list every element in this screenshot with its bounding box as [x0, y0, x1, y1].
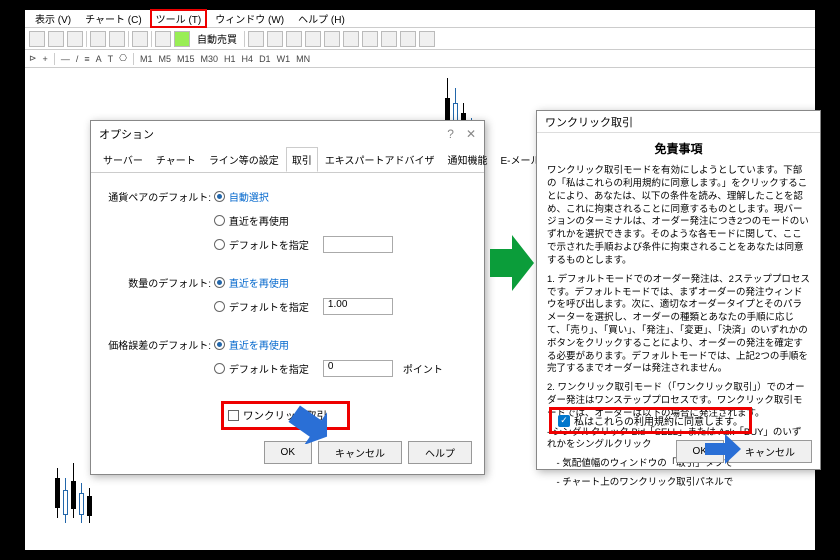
toolbar-icon[interactable] [286, 31, 302, 47]
tf-m5[interactable]: M5 [158, 54, 171, 64]
tab-ea[interactable]: エキスパートアドバイザ [319, 147, 441, 172]
menu-tools[interactable]: ツール (T) [150, 9, 208, 28]
toolbar-1: 自動売買 [25, 28, 815, 50]
menu-window[interactable]: ウィンドウ (W) [209, 10, 290, 27]
autotrade-icon[interactable] [174, 31, 190, 47]
currency-radio-recent[interactable] [214, 215, 225, 226]
tf-h1[interactable]: H1 [224, 54, 236, 64]
toolbar-icon[interactable] [248, 31, 264, 47]
price-label: 価格誤差のデフォルト: [103, 335, 211, 352]
price-unit: ポイント [403, 361, 443, 376]
volume-radio-default[interactable] [214, 301, 225, 312]
toolbar-icon[interactable] [67, 31, 83, 47]
disclaimer-p1: ワンクリック取引モードを有効にしようとしています。下部の「私はこれらの利用規約に… [547, 165, 810, 268]
options-title: オプション [99, 126, 154, 142]
options-tabs: サーバー チャート ライン等の設定 取引 エキスパートアドバイザ 通知機能 E-… [91, 147, 484, 173]
tf-w1[interactable]: W1 [277, 54, 291, 64]
toolbar-icon[interactable] [419, 31, 435, 47]
toolbar-icon[interactable] [343, 31, 359, 47]
toolbar-icon[interactable] [90, 31, 106, 47]
tf-h4[interactable]: H4 [242, 54, 254, 64]
options-ok-button[interactable]: OK [264, 441, 312, 464]
disclaimer-p3c: - チャート上のワンクリック取引パネルで [547, 477, 810, 490]
timebar: ⊳+—/≡AT⎔ M1 M5 M15 M30 H1 H4 D1 W1 MN [25, 50, 815, 68]
volume-input[interactable]: 1.00 [323, 298, 393, 315]
currency-input[interactable] [323, 236, 393, 253]
disclaimer-title: ワンクリック取引 [537, 111, 820, 133]
volume-label: 数量のデフォルト: [103, 273, 211, 290]
tf-m15[interactable]: M15 [177, 54, 195, 64]
price-input[interactable]: 0 [323, 360, 393, 377]
toolbar-icon[interactable] [155, 31, 171, 47]
tab-trade[interactable]: 取引 [286, 147, 318, 172]
options-cancel-button[interactable]: キャンセル [318, 441, 402, 464]
tab-notify[interactable]: 通知機能 [442, 147, 494, 172]
tab-server[interactable]: サーバー [97, 147, 149, 172]
help-icon[interactable]: ? [447, 127, 454, 141]
menubar: 表示 (V) チャート (C) ツール (T) ウィンドウ (W) ヘルプ (H… [25, 10, 815, 28]
options-help-button[interactable]: ヘルプ [408, 441, 472, 464]
close-icon[interactable]: ✕ [466, 127, 476, 141]
menu-view[interactable]: 表示 (V) [29, 10, 77, 27]
currency-radio-auto[interactable] [214, 191, 225, 202]
currency-label: 通貨ペアのデフォルト: [103, 187, 211, 204]
toolbar-icon[interactable] [362, 31, 378, 47]
toolbar-icon[interactable] [400, 31, 416, 47]
disclaimer-dialog: ワンクリック取引 免責事項 ワンクリック取引モードを有効にしようとしています。下… [536, 110, 821, 470]
autotrade-label[interactable]: 自動売買 [193, 31, 241, 46]
oneclick-checkbox[interactable] [228, 410, 239, 421]
toolbar-icon[interactable] [109, 31, 125, 47]
menu-chart[interactable]: チャート (C) [79, 10, 148, 27]
tf-m30[interactable]: M30 [201, 54, 219, 64]
tf-mn[interactable]: MN [296, 54, 310, 64]
price-radio-recent[interactable] [214, 339, 225, 350]
toolbar-icon[interactable] [48, 31, 64, 47]
tf-m1[interactable]: M1 [140, 54, 153, 64]
arrow-right-icon [490, 235, 534, 291]
toolbar-icon[interactable] [324, 31, 340, 47]
volume-radio-recent[interactable] [214, 277, 225, 288]
disclaimer-heading: 免責事項 [547, 141, 810, 157]
price-radio-default[interactable] [214, 363, 225, 374]
menu-help[interactable]: ヘルプ (H) [292, 10, 351, 27]
toolbar-icon[interactable] [381, 31, 397, 47]
tab-chart[interactable]: チャート [150, 147, 202, 172]
agree-checkbox[interactable]: ✓ [558, 415, 570, 427]
toolbar-icon[interactable] [267, 31, 283, 47]
tab-lines[interactable]: ライン等の設定 [203, 147, 285, 172]
arrow-right-icon [705, 434, 741, 464]
currency-radio-default[interactable] [214, 239, 225, 250]
tf-d1[interactable]: D1 [259, 54, 271, 64]
new-order-icon[interactable] [132, 31, 148, 47]
agree-label: 私はこれらの利用規約に同意します。 [574, 413, 743, 428]
disclaimer-p2: 1. デフォルトモードでのオーダー発注は、2ステッププロセスです。デフォルトモー… [547, 274, 810, 377]
toolbar-icon[interactable] [29, 31, 45, 47]
arrow-down-icon [287, 404, 331, 444]
toolbar-icon[interactable] [305, 31, 321, 47]
